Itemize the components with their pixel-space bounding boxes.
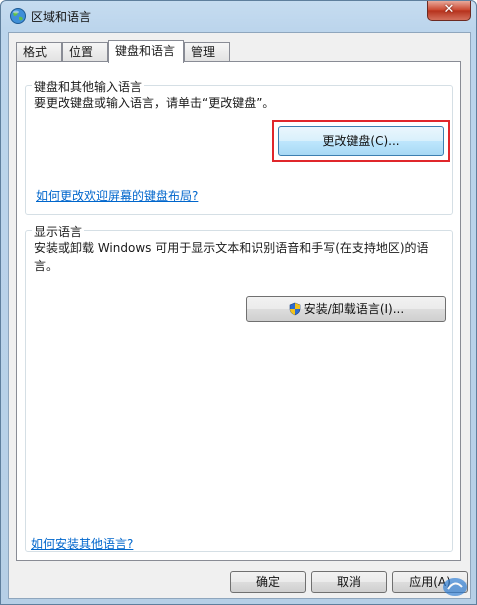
dialog-client-area: 格式 位置 键盘和语言 管理 键盘和其他输入语言 要更改键盘或输入语言，请单击“…: [8, 32, 471, 599]
tab-location[interactable]: 位置: [62, 42, 108, 62]
globe-icon: [10, 8, 26, 24]
cancel-button[interactable]: 取消: [311, 571, 387, 593]
watermark: [442, 576, 468, 598]
install-button-label: 安装/卸载语言(I)...: [303, 302, 405, 316]
tab-label: 管理: [191, 45, 216, 59]
tab-label: 格式: [23, 45, 48, 59]
watermark-logo-icon: [443, 578, 467, 596]
close-button[interactable]: ✕: [427, 1, 471, 21]
display-language-group-title: 显示语言: [32, 223, 85, 240]
install-other-languages-link[interactable]: 如何安装其他语言?: [31, 535, 133, 552]
display-language-description: 安装或卸载 Windows 可用于显示文本和识别语音和手写(在支持地区)的语言。: [34, 241, 429, 273]
keyboard-group: 键盘和其他输入语言 要更改键盘或输入语言，请单击“更改键盘”。 更改键盘(C).…: [25, 78, 453, 215]
install-uninstall-languages-button[interactable]: 安装/卸载语言(I)...: [246, 296, 446, 322]
ok-button[interactable]: 确定: [230, 571, 306, 593]
uac-shield-icon: [289, 302, 301, 316]
tab-panel: 键盘和其他输入语言 要更改键盘或输入语言，请单击“更改键盘”。 更改键盘(C).…: [16, 61, 461, 561]
tab-label: 位置: [69, 45, 94, 59]
tab-administrative[interactable]: 管理: [184, 42, 230, 62]
welcome-screen-keyboard-link[interactable]: 如何更改欢迎屏幕的键盘布局?: [36, 187, 198, 204]
close-icon: ✕: [443, 2, 455, 17]
title-bar[interactable]: 区域和语言 ✕: [1, 1, 476, 31]
tab-formats[interactable]: 格式: [16, 42, 62, 62]
display-language-group: 显示语言 安装或卸载 Windows 可用于显示文本和识别语音和手写(在支持地区…: [25, 223, 453, 552]
region-language-window: 区域和语言 ✕ 格式 位置 键盘和语言 管理 键盘和其他输入语言 要更改键盘或输…: [0, 0, 477, 605]
keyboard-description: 要更改键盘或输入语言，请单击“更改键盘”。: [34, 96, 275, 110]
change-keyboard-button[interactable]: 更改键盘(C)...: [278, 126, 444, 156]
window-title: 区域和语言: [31, 10, 92, 24]
keyboard-group-title: 键盘和其他输入语言: [32, 78, 145, 95]
tab-label: 键盘和语言: [115, 44, 176, 58]
tab-keyboards-languages[interactable]: 键盘和语言: [108, 40, 184, 63]
